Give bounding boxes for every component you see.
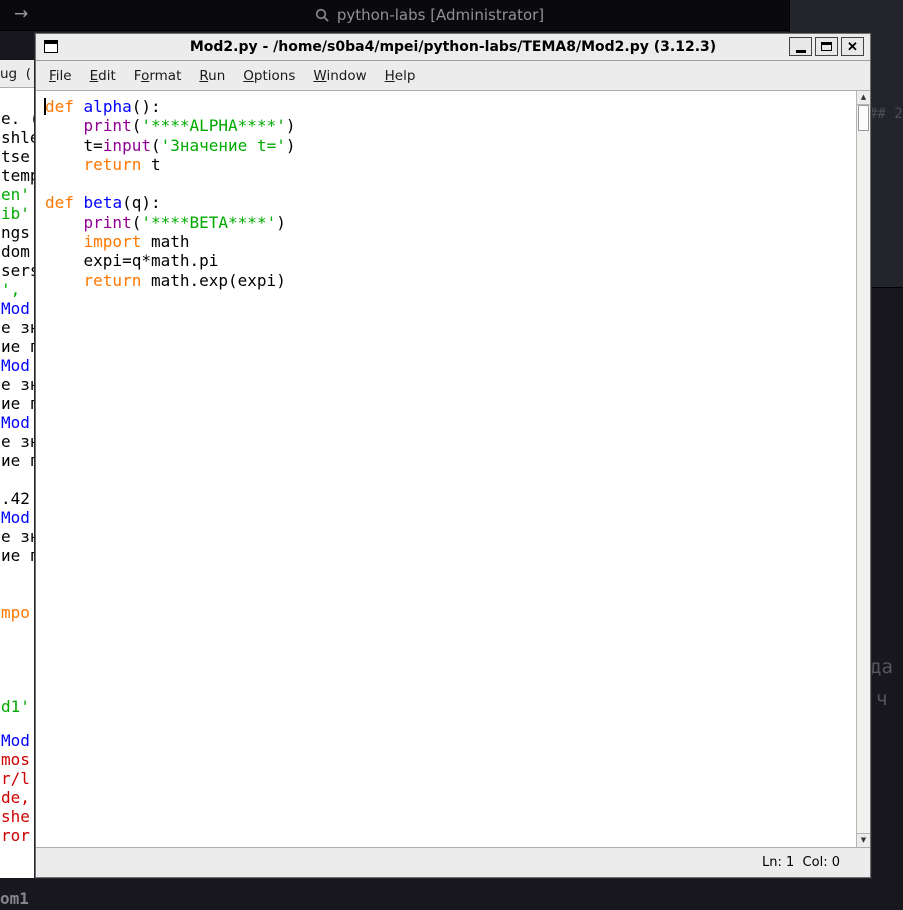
menu-bar: FileEditFormatRunOptionsWindowHelp bbox=[36, 61, 870, 91]
code-area: def alpha(): print('****ALPHA****') t=in… bbox=[36, 91, 870, 290]
bg-code-fragment: dom bbox=[1, 242, 30, 261]
bg-code-fragment: d1' bbox=[1, 697, 30, 716]
editor-area[interactable]: def alpha(): print('****ALPHA****') t=in… bbox=[36, 91, 870, 847]
bg-code-fragment: ror bbox=[1, 826, 30, 845]
code-line: print('****BETA****') bbox=[45, 213, 870, 232]
bg-code-fragment: r/l bbox=[1, 769, 30, 788]
menu-format[interactable]: Format bbox=[125, 68, 191, 84]
bg-code-fragment: ngs bbox=[1, 223, 30, 242]
bg-code-fragment: ие п bbox=[1, 394, 36, 413]
code-line: t=input('Значение t=') bbox=[45, 136, 870, 155]
bg-code-fragment: shle bbox=[1, 128, 36, 147]
bg-code-fragment: е зн bbox=[1, 527, 36, 546]
bg-code-fragment: e. ( bbox=[1, 109, 36, 128]
menu-edit[interactable]: Edit bbox=[81, 68, 125, 84]
bg-code-fragment: Mod bbox=[1, 731, 30, 750]
bg-bottom-fragment: om1 bbox=[0, 889, 29, 908]
close-button[interactable]: ✕ bbox=[841, 37, 864, 56]
bg-code-fragment: temp bbox=[1, 166, 36, 185]
code-line: import math bbox=[45, 232, 870, 251]
close-icon: ✕ bbox=[847, 40, 858, 53]
bg-code-fragment: е зн bbox=[1, 432, 36, 451]
window-icon bbox=[44, 40, 58, 53]
code-line bbox=[45, 174, 870, 193]
bg-code-fragment: Mod bbox=[1, 356, 30, 375]
bg-code-fragment: sers bbox=[1, 261, 36, 280]
bg-code-fragment: en' bbox=[1, 185, 30, 204]
menu-options[interactable]: Options bbox=[234, 68, 304, 84]
search-icon bbox=[315, 8, 330, 23]
background-window-strip: ug ( e. (shletsetempen'ib'ngsdomsers',Mo… bbox=[0, 60, 36, 878]
bg-code-fragment: Mod bbox=[1, 413, 30, 432]
bg-code-fragment: ие п bbox=[1, 337, 36, 356]
cursor-position: Ln: 1 Col: 0 bbox=[762, 855, 840, 870]
bg-code-fragment: е зн bbox=[1, 375, 36, 394]
arrow-icon[interactable]: → bbox=[14, 4, 28, 24]
menu-window[interactable]: Window bbox=[304, 68, 375, 84]
bg-code-fragment: mos bbox=[1, 750, 30, 769]
code-line: def beta(q): bbox=[45, 193, 870, 212]
minimize-icon bbox=[796, 50, 806, 53]
bg-code-fragment: tse bbox=[1, 147, 30, 166]
menu-help[interactable]: Help bbox=[376, 68, 425, 84]
window-title: Mod2.py - /home/s0ba4/mpei/python-labs/T… bbox=[190, 39, 716, 55]
bg-text-fragment: ч bbox=[876, 688, 887, 710]
bg-code-fragment: Mod bbox=[1, 299, 30, 318]
status-bar: Ln: 1 Col: 0 bbox=[36, 847, 870, 877]
bg-code-fragment: mpo bbox=[1, 603, 30, 622]
bg-code-fragment: ib' bbox=[1, 204, 30, 223]
code-line: return math.exp(expi) bbox=[45, 271, 870, 290]
bg-code-fragment: ие п bbox=[1, 546, 36, 565]
topbar-title: python-labs [Administrator] bbox=[315, 6, 544, 24]
bg-code-fragment: .42 bbox=[1, 489, 30, 508]
code-line: return t bbox=[45, 155, 870, 174]
vertical-scrollbar[interactable]: ▲ ▼ bbox=[856, 91, 870, 847]
code-line: expi=q*math.pi bbox=[45, 251, 870, 270]
topbar-title-text: python-labs [Administrator] bbox=[337, 6, 544, 24]
scrollbar-thumb[interactable] bbox=[858, 105, 869, 131]
menu-file[interactable]: File bbox=[40, 68, 81, 84]
topbar: → python-labs [Administrator] bbox=[0, 0, 789, 31]
bg-code-fragment: Mod bbox=[1, 508, 30, 527]
text-caret bbox=[44, 98, 46, 115]
scroll-up-arrow[interactable]: ▲ bbox=[857, 91, 870, 105]
minimize-button[interactable] bbox=[789, 37, 812, 56]
maximize-icon bbox=[821, 42, 832, 51]
code-line: def alpha(): bbox=[45, 97, 870, 116]
menu-run[interactable]: Run bbox=[190, 68, 234, 84]
bg-code-fragment: ие п bbox=[1, 451, 36, 470]
scroll-down-arrow[interactable]: ▼ bbox=[857, 833, 870, 847]
idle-editor-window: Mod2.py - /home/s0ba4/mpei/python-labs/T… bbox=[35, 33, 871, 878]
bg-menu-fragment: ug ( bbox=[0, 60, 36, 88]
bg-code-fragment: ', bbox=[1, 280, 20, 299]
bg-code-fragment: е зн bbox=[1, 318, 36, 337]
window-controls: ✕ bbox=[789, 37, 864, 56]
bg-code-fragment: de, bbox=[1, 788, 30, 807]
code-line: print('****ALPHA****') bbox=[45, 116, 870, 135]
maximize-button[interactable] bbox=[815, 37, 838, 56]
bg-text-fragment: да bbox=[870, 656, 893, 678]
bg-code-fragment: she bbox=[1, 807, 30, 826]
window-titlebar[interactable]: Mod2.py - /home/s0ba4/mpei/python-labs/T… bbox=[36, 34, 870, 61]
